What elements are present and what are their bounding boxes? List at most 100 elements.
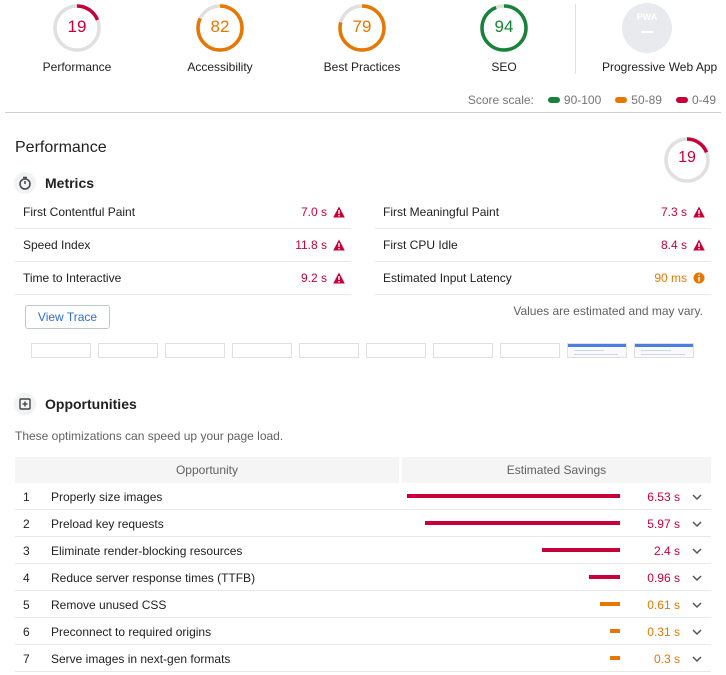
opportunity-savings: 5.97 s bbox=[647, 517, 680, 531]
opportunity-row[interactable]: 7 Serve images in next-gen formats 0.3 s bbox=[15, 645, 711, 672]
metric-row: Speed Index 11.8 s bbox=[15, 229, 351, 262]
filmstrip-frame bbox=[299, 343, 359, 358]
filmstrip-frame bbox=[567, 343, 627, 358]
score-scale-label: Score scale: bbox=[467, 93, 534, 107]
chevron-down-icon[interactable] bbox=[691, 491, 703, 503]
gauge-score: 82 bbox=[210, 17, 230, 36]
metric-row: Estimated Input Latency 90 ms bbox=[375, 262, 711, 295]
fail-triangle-icon bbox=[333, 239, 345, 251]
filmstrip-frame bbox=[433, 343, 493, 358]
metric-value: 7.3 s bbox=[660, 205, 687, 219]
opportunity-title: Properly size images bbox=[51, 490, 163, 504]
section-title: Performance bbox=[15, 139, 107, 156]
opportunity-row[interactable]: 3 Eliminate render-blocking resources 2.4 … bbox=[15, 537, 711, 564]
opportunity-title: Serve images in next-gen formats bbox=[51, 652, 231, 666]
opportunity-index: 6 bbox=[23, 625, 30, 639]
gauge-divider bbox=[575, 4, 576, 74]
opportunity-index: 3 bbox=[23, 544, 30, 558]
pwa-badge-text: PWA bbox=[636, 12, 658, 22]
metric-row: First Contentful Paint 7.0 s bbox=[15, 196, 351, 229]
opportunity-title: Reduce server response times (TTFB) bbox=[51, 571, 256, 585]
view-trace-button[interactable]: View Trace bbox=[25, 305, 110, 329]
opportunity-savings: 0.96 s bbox=[647, 571, 680, 585]
gauge-label: Performance bbox=[42, 60, 112, 74]
gauge-label: Best Practices bbox=[323, 60, 401, 74]
savings-bar bbox=[610, 656, 620, 660]
fail-triangle-icon bbox=[693, 239, 705, 251]
average-info-icon bbox=[693, 272, 705, 284]
filmstrip-frame bbox=[98, 343, 158, 358]
metric-row: First CPU Idle 8.4 s bbox=[375, 229, 711, 262]
opportunity-row[interactable]: 6 Preconnect to required origins 0.31 s bbox=[15, 618, 711, 645]
fail-triangle-icon bbox=[693, 206, 705, 218]
gauge-seo[interactable]: 94 SEO bbox=[479, 3, 529, 78]
chevron-down-icon[interactable] bbox=[691, 518, 703, 530]
metric-row: First Meaningful Paint 7.3 s bbox=[375, 196, 711, 229]
gauge-label: Progressive Web App bbox=[602, 60, 718, 74]
savings-bar bbox=[589, 575, 620, 579]
opportunity-index: 4 bbox=[23, 571, 30, 585]
gauge-best-practices[interactable]: 79 Best Practices bbox=[324, 3, 400, 78]
savings-bar bbox=[425, 521, 620, 525]
filmstrip-frame bbox=[634, 343, 694, 358]
chevron-down-icon[interactable] bbox=[691, 545, 703, 557]
opportunity-row[interactable]: 2 Preload key requests 5.97 s bbox=[15, 510, 711, 537]
metric-value: 9.2 s bbox=[300, 271, 327, 285]
opportunity-title: Preload key requests bbox=[51, 517, 164, 531]
gauge-pwa[interactable]: PWA Progressive Web App bbox=[602, 3, 717, 78]
metric-row: Time to Interactive 9.2 s bbox=[15, 262, 351, 295]
score-scale: Score scale: 90-100 50-89 0-49 bbox=[468, 93, 716, 107]
opportunities-title: Opportunities bbox=[45, 396, 137, 412]
scale-average-icon bbox=[615, 97, 628, 103]
savings-bar bbox=[407, 494, 620, 498]
savings-bar bbox=[610, 629, 620, 633]
scale-fail-range: 0-49 bbox=[691, 93, 716, 107]
scale-pass-range: 90-100 bbox=[563, 93, 602, 107]
opportunities-description: These optimizations can speed up your pa… bbox=[15, 429, 284, 443]
scale-pass-icon bbox=[547, 97, 560, 103]
metric-value: 11.8 s bbox=[295, 238, 327, 252]
fail-triangle-icon bbox=[333, 206, 345, 218]
metric-name: First Contentful Paint bbox=[23, 205, 136, 219]
gauge-accessibility[interactable]: 82 Accessibility bbox=[187, 3, 253, 78]
scale-average-range: 50-89 bbox=[631, 93, 662, 107]
gauge-score: 19 bbox=[678, 149, 696, 166]
opportunity-index: 2 bbox=[23, 517, 30, 531]
savings-bar bbox=[600, 602, 620, 606]
filmstrip-frame bbox=[232, 343, 292, 358]
opportunity-savings: 0.3 s bbox=[653, 652, 680, 666]
opportunity-icon bbox=[14, 393, 36, 415]
metric-value: 7.0 s bbox=[300, 205, 327, 219]
gauge-label: Accessibility bbox=[187, 60, 253, 74]
metric-name: First CPU Idle bbox=[383, 238, 458, 252]
opportunity-row[interactable]: 4 Reduce server response times (TTFB) 0.96… bbox=[15, 564, 711, 591]
gauge-label: SEO bbox=[491, 60, 517, 74]
opportunity-savings: 0.31 s bbox=[647, 625, 680, 639]
opportunity-index: 7 bbox=[23, 652, 30, 666]
opportunity-savings: 6.53 s bbox=[647, 490, 680, 504]
pwa-badge-icon: PWA bbox=[622, 3, 672, 53]
filmstrip-frame bbox=[366, 343, 426, 358]
opportunity-index: 5 bbox=[23, 598, 30, 612]
gauge-performance[interactable]: 19 Performance bbox=[43, 3, 111, 78]
opportunity-title: Preconnect to required origins bbox=[51, 625, 212, 639]
opportunity-savings: 2.4 s bbox=[653, 544, 680, 558]
header-divider bbox=[5, 112, 721, 113]
opportunity-row[interactable]: 5 Remove unused CSS 0.61 s bbox=[15, 591, 711, 618]
opportunity-row[interactable]: 1 Properly size images 6.53 s bbox=[15, 483, 711, 510]
filmstrip-frame bbox=[31, 343, 91, 358]
chevron-down-icon[interactable] bbox=[691, 572, 703, 584]
metric-name: Estimated Input Latency bbox=[383, 271, 512, 285]
chevron-down-icon[interactable] bbox=[691, 626, 703, 638]
metric-value: 90 ms bbox=[654, 271, 687, 285]
chevron-down-icon[interactable] bbox=[691, 599, 703, 611]
filmstrip-frame bbox=[165, 343, 225, 358]
filmstrip-frame bbox=[500, 343, 560, 358]
opportunity-column-header: Opportunity bbox=[15, 457, 399, 483]
estimate-note: Values are estimated and may vary. bbox=[513, 304, 703, 318]
gauge-score: 19 bbox=[67, 17, 87, 36]
chevron-down-icon[interactable] bbox=[691, 653, 703, 665]
opportunity-title: Eliminate render-blocking resources bbox=[51, 544, 243, 558]
scale-fail-icon bbox=[675, 97, 688, 103]
gauge-score: 79 bbox=[352, 17, 372, 36]
